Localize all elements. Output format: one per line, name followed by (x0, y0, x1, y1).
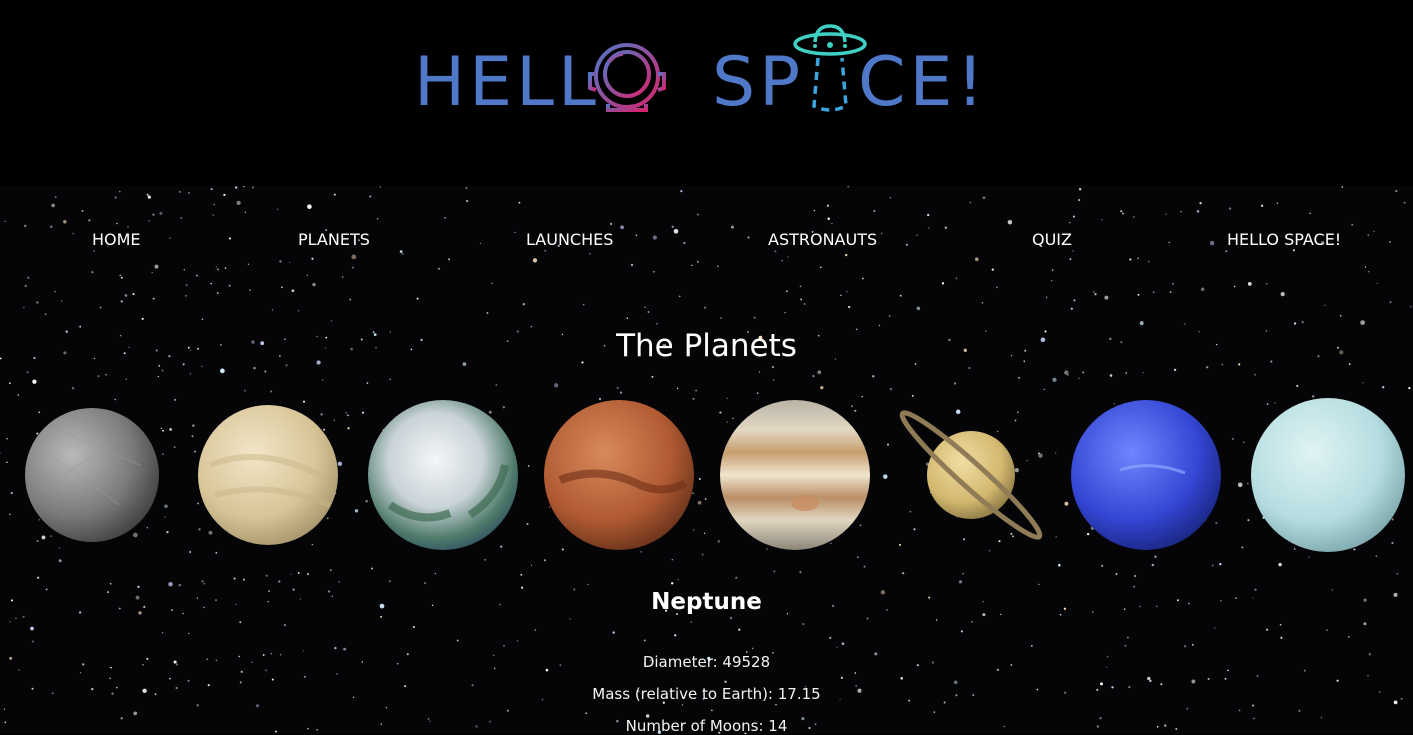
nav-home[interactable]: HOME (92, 230, 141, 249)
astronaut-helmet-icon (588, 43, 666, 112)
planet-uranus[interactable] (1251, 398, 1405, 552)
site-header: HELL SP CE! (0, 0, 1413, 186)
selected-planet-name: Neptune (651, 589, 762, 615)
planet-neptune[interactable] (1071, 400, 1221, 550)
nav-launches[interactable]: LAUNCHES (526, 230, 613, 249)
logo-text-ce: CE! (858, 43, 988, 122)
planet-earth[interactable] (368, 400, 518, 550)
planet-moons: Number of Moons: 14 (625, 717, 788, 735)
planet-mercury[interactable] (25, 408, 159, 542)
ufo-icon (793, 24, 867, 112)
planet-mass: Mass (relative to Earth): 17.15 (592, 685, 821, 703)
hello-space-logo[interactable]: HELL SP CE! (410, 18, 990, 128)
planet-diameter: Diameter: 49528 (642, 653, 771, 671)
nav-planets[interactable]: PLANETS (298, 230, 370, 249)
nav-astronauts[interactable]: ASTRONAUTS (768, 230, 877, 249)
planet-mars[interactable] (544, 400, 694, 550)
nav-hello-space[interactable]: HELLO SPACE! (1227, 230, 1341, 249)
nav-quiz[interactable]: QUIZ (1032, 230, 1072, 249)
planet-selector (25, 398, 1405, 552)
planet-saturn[interactable] (895, 405, 1048, 546)
page-title: The Planets (616, 328, 797, 364)
logo-text-sp: SP (712, 43, 804, 122)
planet-venus[interactable] (198, 405, 338, 545)
planet-jupiter[interactable] (720, 400, 870, 550)
logo-text-hell: HELL (414, 43, 600, 122)
